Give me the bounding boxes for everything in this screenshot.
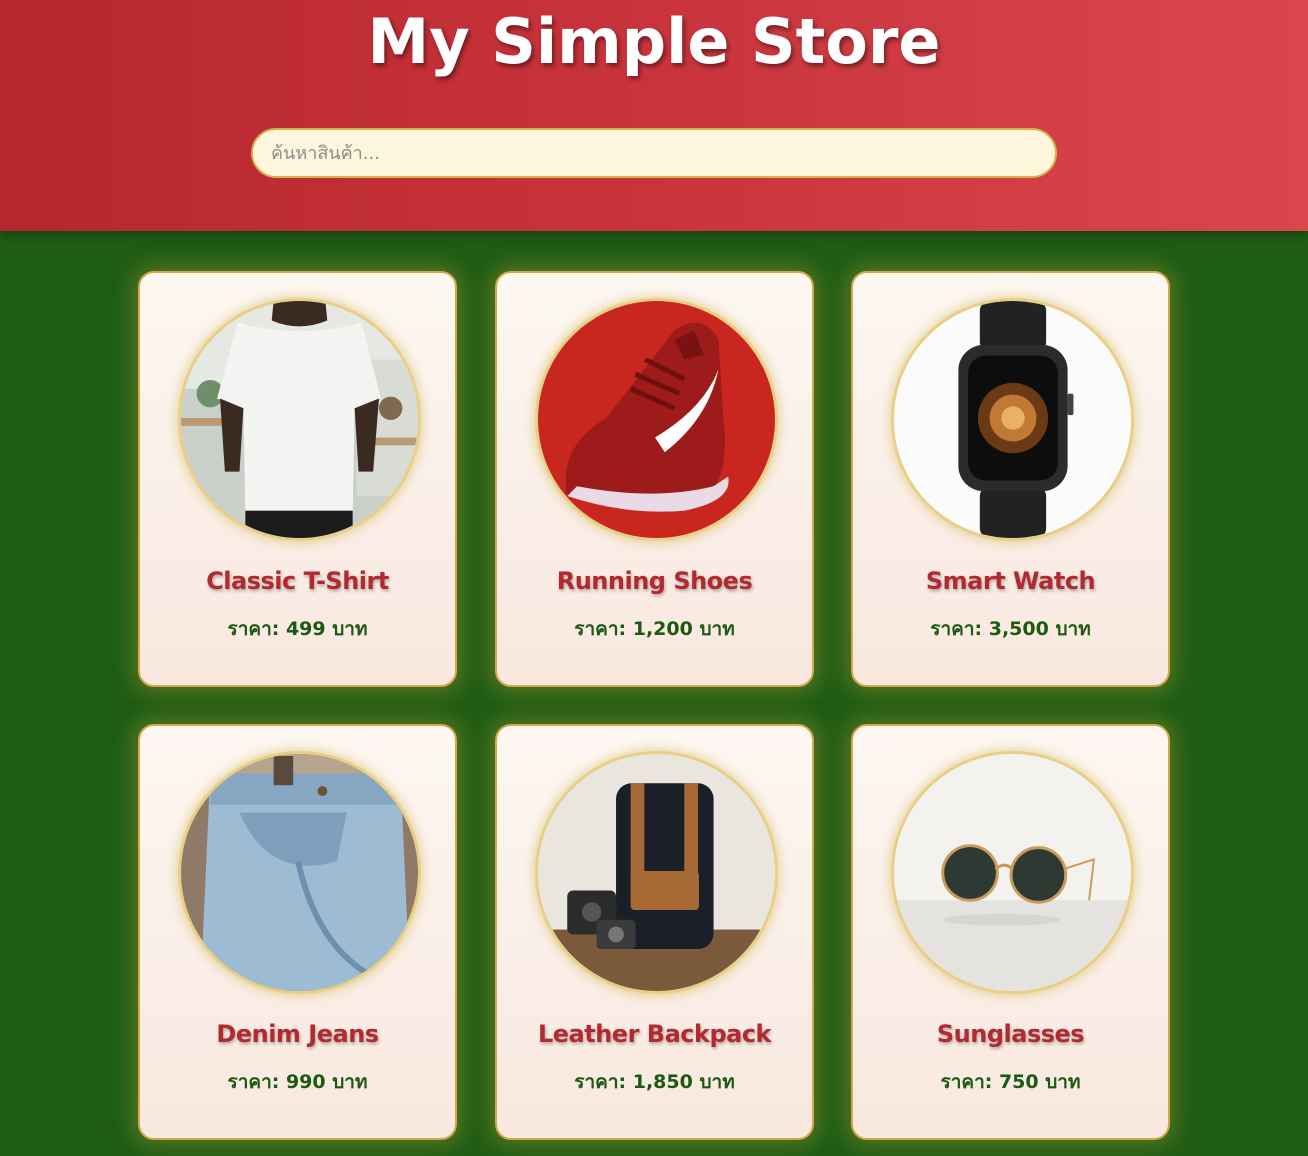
product-card-running-shoes[interactable]: Running Shoes ราคา: 1,200 บาท: [495, 271, 814, 687]
product-name: Running Shoes: [556, 567, 753, 595]
backpack-photo[interactable]: [535, 751, 778, 994]
jeans-photo[interactable]: [178, 751, 421, 994]
search-input[interactable]: [251, 128, 1057, 178]
product-price: ราคา: 990 บาท: [227, 1071, 368, 1093]
product-card-classic-t-shirt[interactable]: Classic T-Shirt ราคา: 499 บาท: [138, 271, 457, 687]
tshirt-photo[interactable]: [178, 298, 421, 541]
watch-photo[interactable]: [891, 298, 1134, 541]
product-name: Classic T-Shirt: [206, 567, 389, 595]
shoe-photo[interactable]: [535, 298, 778, 541]
product-price: ราคา: 1,850 บาท: [574, 1071, 735, 1093]
product-price: ราคา: 3,500 บาท: [930, 618, 1091, 640]
product-name: Smart Watch: [925, 567, 1096, 595]
sunglasses-photo[interactable]: [891, 751, 1134, 994]
product-price: ราคา: 1,200 บาท: [574, 618, 735, 640]
store-title: My Simple Store: [367, 5, 941, 78]
product-name: Denim Jeans: [216, 1020, 379, 1048]
product-card-smart-watch[interactable]: Smart Watch ราคา: 3,500 บาท: [851, 271, 1170, 687]
product-name: Sunglasses: [936, 1020, 1085, 1048]
store-header: My Simple Store: [0, 0, 1308, 231]
product-card-denim-jeans[interactable]: Denim Jeans ราคา: 990 บาท: [138, 724, 457, 1140]
product-price: ราคา: 499 บาท: [227, 618, 368, 640]
product-card-leather-backpack[interactable]: Leather Backpack ราคา: 1,850 บาท: [495, 724, 814, 1140]
product-name: Leather Backpack: [537, 1020, 772, 1048]
product-price: ราคา: 750 บาท: [940, 1071, 1081, 1093]
product-card-sunglasses[interactable]: Sunglasses ราคา: 750 บาท: [851, 724, 1170, 1140]
